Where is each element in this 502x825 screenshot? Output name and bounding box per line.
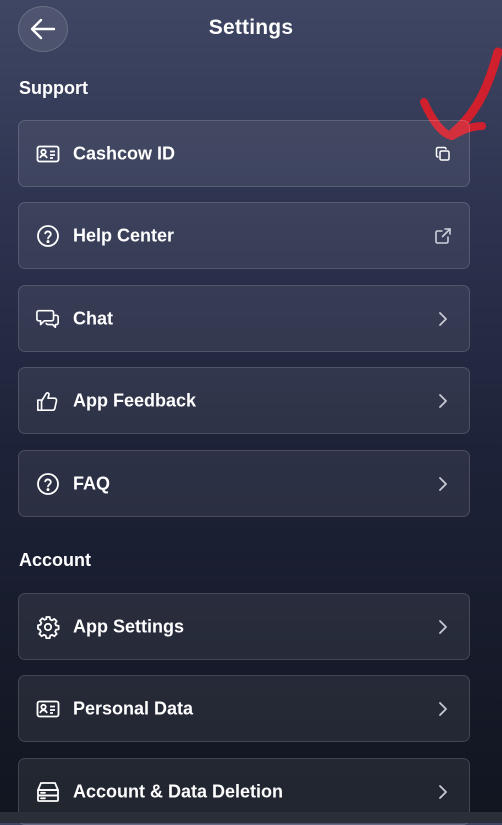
- chevron-right-icon: [433, 617, 453, 637]
- id-card-icon: [36, 142, 60, 166]
- chevron-right-icon: [433, 782, 453, 802]
- chat-row[interactable]: Chat: [18, 285, 470, 352]
- chat-label: Chat: [73, 308, 113, 328]
- thumbs-up-icon: [36, 389, 60, 413]
- external-link-icon: [433, 226, 453, 246]
- cashcow-id-row[interactable]: Cashcow ID: [18, 120, 470, 187]
- storage-icon: [36, 780, 60, 804]
- account-deletion-label: Account & Data Deletion: [73, 781, 284, 801]
- app-settings-label: App Settings: [73, 616, 184, 636]
- app-feedback-label: App Feedback: [73, 390, 197, 410]
- bottom-edge: [0, 812, 502, 823]
- id-card-icon: [36, 697, 60, 721]
- chat-bubbles-icon: [36, 307, 60, 331]
- chevron-right-icon: [433, 391, 453, 411]
- question-circle-icon: [36, 224, 60, 248]
- chevron-right-icon: [433, 699, 453, 719]
- chevron-right-icon: [433, 309, 453, 329]
- section-title-support: Support: [19, 78, 88, 98]
- page-title: Settings: [208, 16, 294, 39]
- help-center-row[interactable]: Help Center: [18, 202, 470, 269]
- faq-label: FAQ: [73, 473, 111, 493]
- question-circle-icon: [36, 472, 60, 496]
- personal-data-label: Personal Data: [73, 698, 194, 718]
- gear-icon: [36, 615, 60, 639]
- app-feedback-row[interactable]: App Feedback: [18, 367, 470, 434]
- help-center-label: Help Center: [73, 225, 175, 245]
- copy-icon[interactable]: [433, 144, 453, 164]
- app-settings-row[interactable]: App Settings: [18, 593, 470, 660]
- chevron-right-icon: [433, 474, 453, 494]
- faq-row[interactable]: FAQ: [18, 450, 470, 517]
- cashcow-id-label: Cashcow ID: [73, 143, 176, 163]
- personal-data-row[interactable]: Personal Data: [18, 675, 470, 742]
- section-title-account: Account: [19, 550, 91, 570]
